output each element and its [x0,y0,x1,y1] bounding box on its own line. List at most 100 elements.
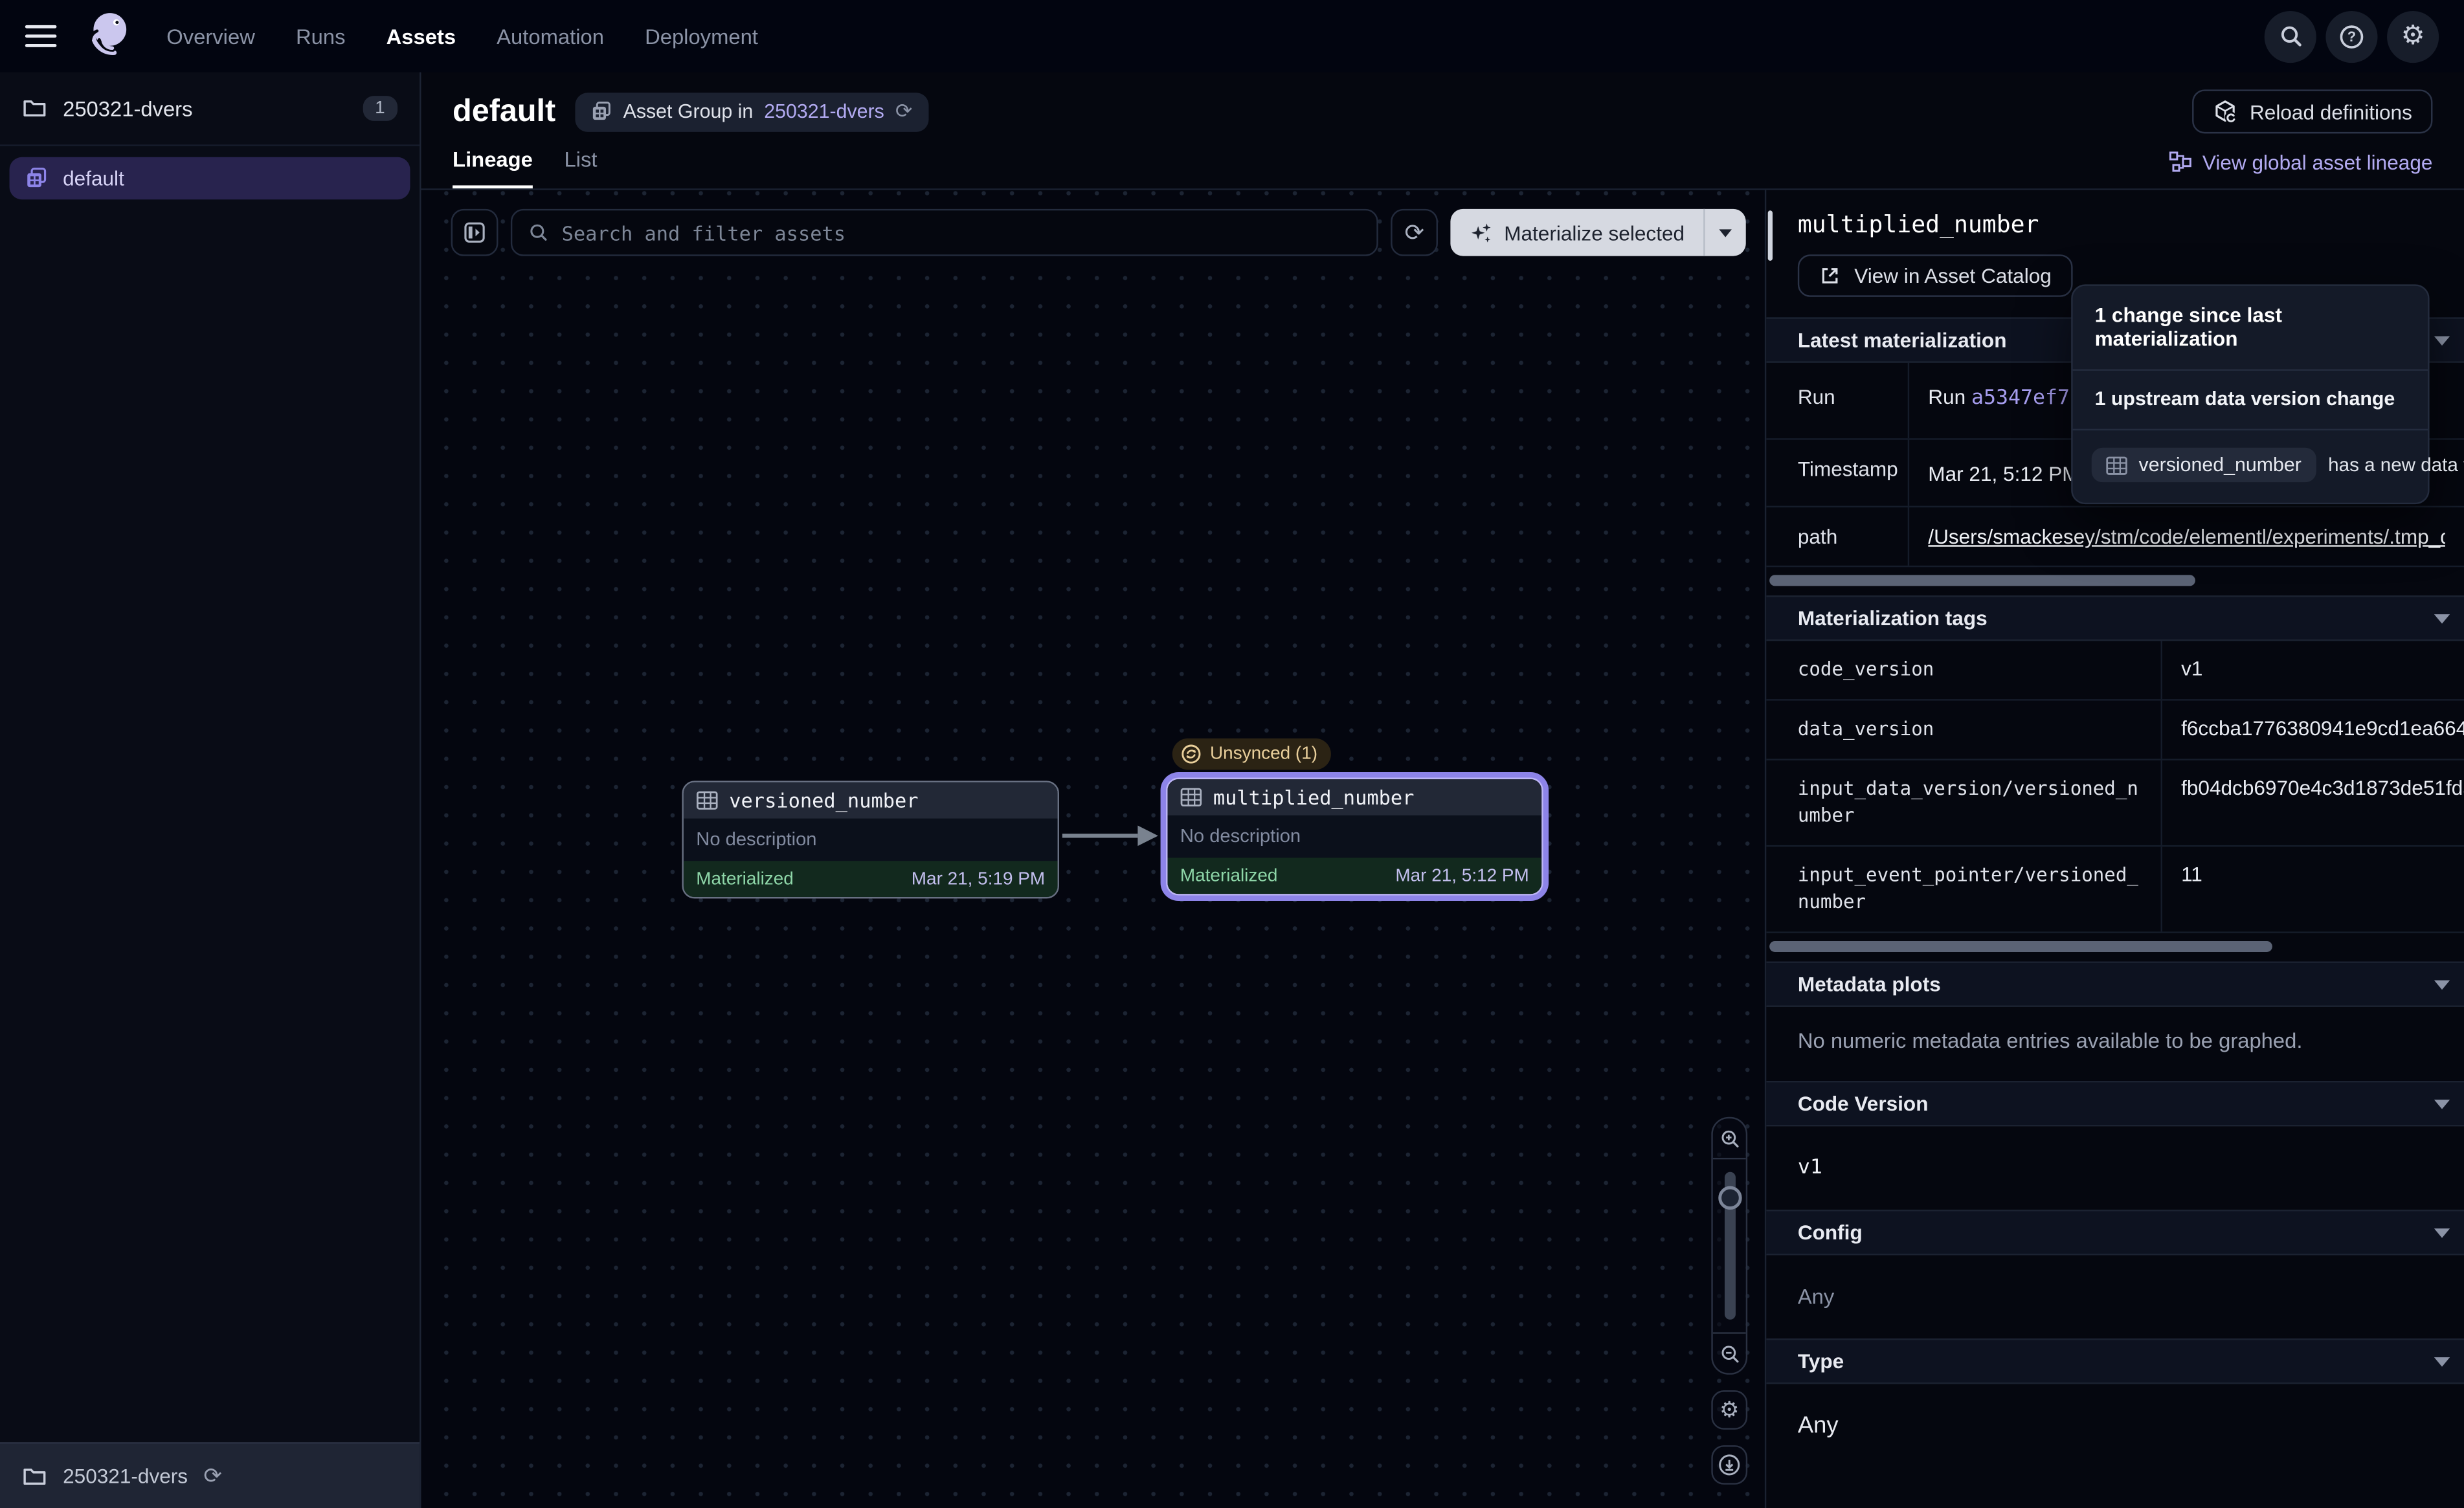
search-icon [528,221,550,243]
asset-node-multiplied-number[interactable]: multiplied_number No description Materia… [1166,778,1543,896]
settings-button[interactable]: ⚙ [2387,10,2439,62]
horizontal-scrollbar[interactable] [1769,575,2195,586]
download-graph-button[interactable] [1711,1445,1747,1485]
asset-detail-panel: multiplied_number View in Asset Catalog … [1765,190,2464,1508]
sidebar-repo-name: 250321-dvers [63,96,192,120]
reload-definitions-button[interactable]: Reload definitions [2191,89,2432,133]
search-button[interactable] [2265,10,2316,62]
reload-icon[interactable]: ⟳ [203,1465,221,1487]
view-global-asset-lineage-label: View global asset lineage [2202,151,2433,174]
view-global-asset-lineage-link[interactable]: View global asset lineage [2167,151,2432,188]
zoom-in-icon [1718,1127,1740,1149]
materialize-selected-button[interactable]: Materialize selected [1451,209,1746,256]
nav-item-automation[interactable]: Automation [497,25,604,48]
tag-row: input_data_version/versioned_number fb04… [1766,760,2464,847]
type-value: Any [1766,1384,2464,1467]
unsynced-badge[interactable]: Unsynced (1) [1172,738,1332,770]
asset-chip-versioned-number[interactable]: versioned_number [2092,448,2316,482]
tab-list[interactable]: List [564,148,597,188]
table-icon [2106,455,2128,476]
tag-value: fb04dcb6970e4c3d1873de51fd5a5 [2162,760,2464,845]
cube-reload-icon [2212,99,2237,124]
tag-row: input_event_pointer/versioned_number 11 [1766,847,2464,933]
tag-value: 11 [2162,847,2464,931]
lineage-graph-canvas[interactable]: ⟳ Materialize selected [421,190,1765,1508]
graph-settings-button[interactable]: ⚙ [1711,1390,1747,1430]
tag-key: input_event_pointer/versioned_number [1766,847,2162,931]
section-config: Config [1766,1210,2464,1255]
tag-value: f6ccba1776380941e9cd1ea66481d [2162,701,2464,759]
gear-icon: ⚙ [1719,1399,1739,1421]
reload-icon[interactable]: ⟳ [895,102,912,122]
nav-item-overview[interactable]: Overview [166,25,255,48]
section-title: Materialization tags [1798,606,1988,630]
zoom-in-button[interactable] [1713,1118,1746,1158]
chevron-down-icon[interactable] [2434,1357,2450,1366]
sidebar-footer-name: 250321-dvers [63,1464,188,1487]
zoom-out-button[interactable] [1713,1334,1746,1373]
asset-search[interactable] [511,209,1378,256]
dagster-logo-icon[interactable] [78,6,138,66]
sidebar-repo-row[interactable]: 250321-dvers 1 [0,72,420,146]
section-title: Config [1798,1221,1863,1244]
collapse-sidebar-button[interactable] [451,209,498,256]
nav-item-deployment[interactable]: Deployment [645,25,758,48]
tag-key: code_version [1766,641,2162,699]
asset-group-badge-link[interactable]: 250321-dvers [764,100,884,122]
tag-value: v1 [2162,641,2464,699]
view-in-asset-catalog-button[interactable]: View in Asset Catalog [1798,254,2072,297]
row-path-key: path [1766,507,1909,566]
tab-lineage[interactable]: Lineage [453,148,533,188]
asset-node-status: Materialized [696,870,793,889]
sparkles-icon [1470,221,1493,244]
gear-icon: ⚙ [2401,23,2425,49]
sidebar-item-label: default [63,166,124,190]
nav-item-assets[interactable]: Assets [386,25,456,48]
panel-expand-icon [462,220,487,245]
table-icon [696,790,718,811]
section-title: Code Version [1798,1092,1929,1115]
unsynced-icon [1180,743,1202,765]
search-input[interactable] [562,221,1361,244]
download-icon [1718,1453,1741,1476]
menu-icon[interactable] [25,25,57,48]
section-title: Latest materialization [1798,328,2007,351]
folder-icon [22,96,47,121]
tag-key: input_data_version/versioned_number [1766,760,2162,845]
external-link-icon [1818,264,1841,287]
section-materialization-tags: Materialization tags [1766,595,2464,641]
panel-resize-handle[interactable] [1768,210,1773,261]
asset-group-icon [25,166,49,190]
help-button[interactable]: ? [2325,10,2377,62]
zoom-slider[interactable] [1713,1158,1746,1334]
materialize-dropdown-button[interactable] [1705,209,1746,256]
page-header: default Asset Group in 250321-dvers ⟳ [421,72,2464,189]
nav-item-runs[interactable]: Runs [296,25,345,48]
code-version-value: v1 [1766,1126,2464,1210]
chevron-down-icon[interactable] [2434,1228,2450,1237]
refresh-graph-button[interactable]: ⟳ [1391,209,1438,256]
panel-asset-title: multiplied_number [1766,190,2464,239]
run-id-link[interactable]: a5347ef7 [1971,386,2070,410]
asset-node-versioned-number[interactable]: versioned_number No description Material… [682,781,1059,898]
top-nav: Overview Runs Assets Automation Deployme… [0,0,2464,72]
asset-node-timestamp: Mar 21, 5:12 PM [1395,867,1529,885]
search-icon [2278,23,2303,49]
chevron-down-icon[interactable] [2434,1099,2450,1109]
config-value: Any [1766,1255,2464,1338]
zoom-slider-handle[interactable] [1718,1186,1741,1210]
sidebar-item-default[interactable]: default [10,157,410,200]
changes-popup-row: versioned_number has a new data version [2073,429,2428,503]
horizontal-scrollbar[interactable] [1769,941,2272,952]
chevron-down-icon[interactable] [2434,335,2450,345]
nav-actions: ? ⚙ [2265,10,2439,62]
tag-row: code_version v1 [1766,641,2464,700]
path-link[interactable]: /Users/smackesey/stm/code/elementl/exper… [1928,525,2445,548]
row-run-key: Run [1766,363,1909,439]
metadata-empty-message: No numeric metadata entries available to… [1766,1007,2464,1074]
chevron-down-icon[interactable] [2434,979,2450,989]
asset-node-timestamp: Mar 21, 5:19 PM [912,870,1045,889]
asset-group-icon [590,100,612,122]
asset-node-name: multiplied_number [1213,786,1415,809]
chevron-down-icon[interactable] [2434,614,2450,623]
